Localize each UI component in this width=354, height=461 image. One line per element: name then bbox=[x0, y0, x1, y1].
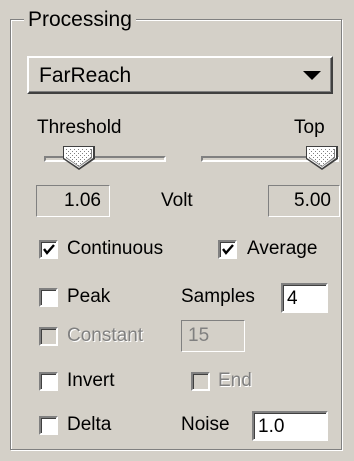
threshold-label: Threshold bbox=[37, 117, 122, 138]
checkmark-icon bbox=[222, 244, 234, 255]
top-label: Top bbox=[294, 117, 325, 138]
noise-input[interactable]: 1.0 bbox=[252, 411, 328, 441]
average-label[interactable]: Average bbox=[247, 238, 317, 260]
top-slider[interactable] bbox=[201, 145, 341, 175]
constant-value: 15 bbox=[181, 320, 245, 352]
peak-label[interactable]: Peak bbox=[67, 286, 110, 308]
threshold-slider[interactable] bbox=[44, 145, 166, 175]
unit-label: Volt bbox=[161, 190, 193, 211]
top-slider-thumb[interactable] bbox=[305, 145, 339, 171]
samples-input[interactable]: 4 bbox=[281, 283, 328, 313]
threshold-value: 1.06 bbox=[36, 185, 110, 217]
invert-checkbox[interactable] bbox=[39, 372, 58, 391]
checkmark-icon bbox=[43, 244, 55, 255]
constant-label: Constant bbox=[67, 325, 144, 346]
mode-dropdown[interactable]: FarReach bbox=[27, 56, 333, 94]
delta-checkbox[interactable] bbox=[39, 416, 58, 435]
groupbox-title: Processing bbox=[24, 8, 136, 32]
constant-checkbox bbox=[39, 327, 58, 346]
threshold-slider-thumb[interactable] bbox=[62, 145, 96, 171]
delta-label[interactable]: Delta bbox=[67, 414, 111, 436]
mode-dropdown-value: FarReach bbox=[39, 64, 132, 87]
continuous-checkbox[interactable] bbox=[39, 240, 58, 259]
continuous-label[interactable]: Continuous bbox=[67, 238, 163, 260]
invert-label[interactable]: Invert bbox=[67, 370, 115, 392]
chevron-down-icon bbox=[303, 71, 321, 80]
top-value: 5.00 bbox=[268, 185, 340, 217]
average-checkbox[interactable] bbox=[218, 240, 237, 259]
samples-label: Samples bbox=[181, 286, 255, 307]
peak-checkbox[interactable] bbox=[39, 288, 58, 307]
end-label: End bbox=[218, 370, 252, 391]
noise-label: Noise bbox=[181, 414, 230, 435]
end-checkbox bbox=[191, 372, 210, 391]
